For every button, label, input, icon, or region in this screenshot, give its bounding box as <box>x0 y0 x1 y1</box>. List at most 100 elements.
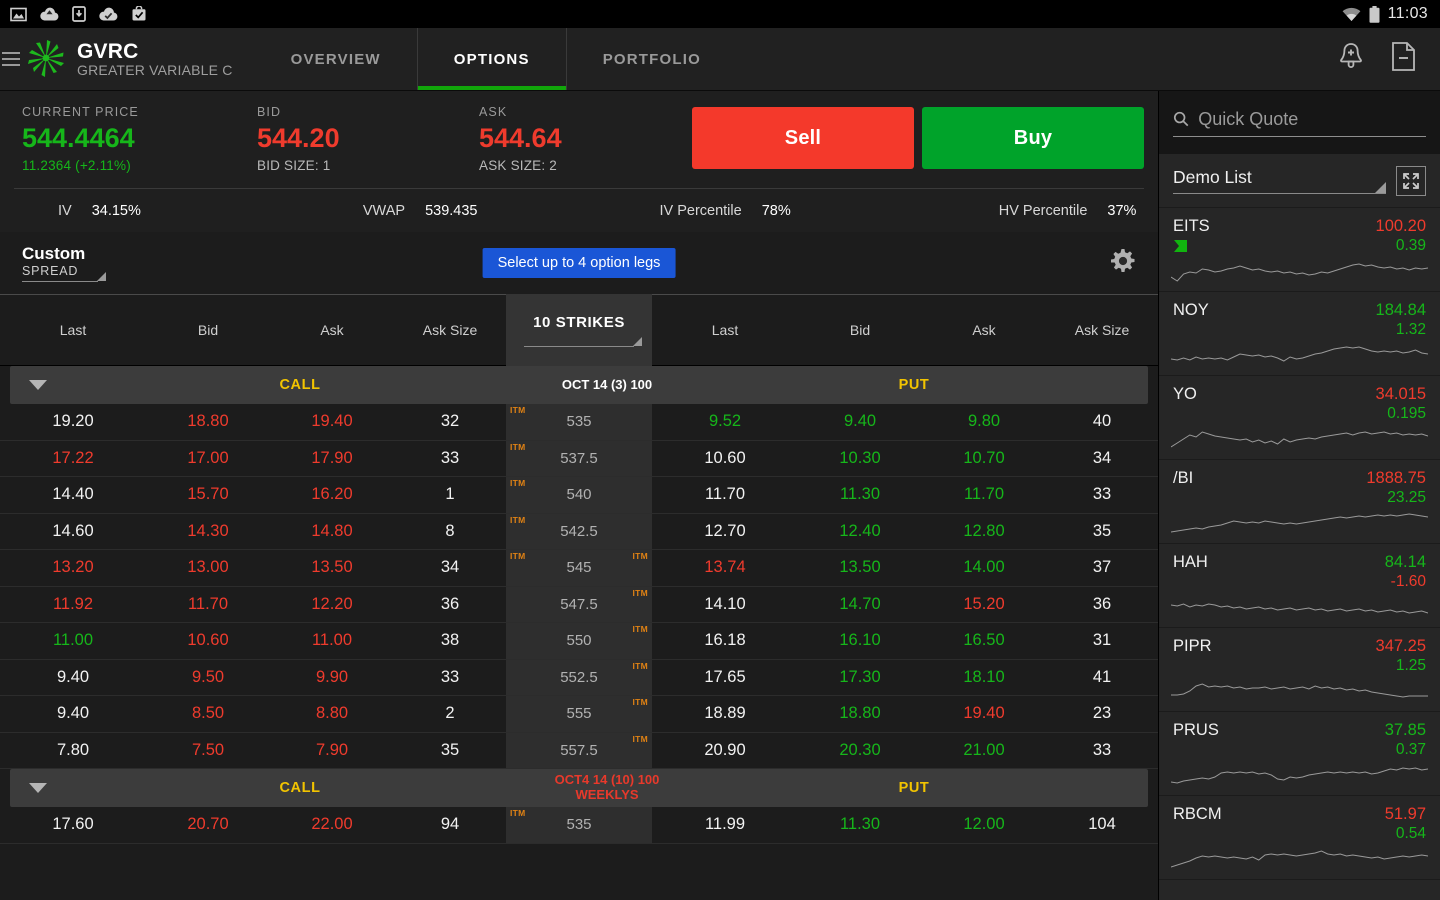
option-chain-row[interactable]: 17.2217.0017.9033ITM537.510.6010.3010.70… <box>0 441 1158 478</box>
buy-button[interactable]: Buy <box>922 107 1144 169</box>
select-option-legs-button[interactable]: Select up to 4 option legs <box>483 248 676 278</box>
expand-icon[interactable] <box>1396 166 1426 196</box>
put-ask-size[interactable]: 33 <box>1046 733 1158 769</box>
call-last[interactable]: 11.92 <box>0 587 146 623</box>
call-last[interactable]: 11.00 <box>0 623 146 659</box>
option-chain-row[interactable]: 11.9211.7012.2036ITM547.514.1014.7015.20… <box>0 587 1158 624</box>
call-bid[interactable]: 20.70 <box>146 807 270 843</box>
put-ask-size[interactable]: 104 <box>1046 807 1158 843</box>
put-ask[interactable]: 9.80 <box>922 404 1046 440</box>
call-ask-size[interactable]: 32 <box>394 404 506 440</box>
strike-cell[interactable]: ITM537.5 <box>506 441 652 477</box>
call-last[interactable]: 17.22 <box>0 441 146 477</box>
option-chain-row[interactable]: 9.408.508.802ITM55518.8918.8019.4023 <box>0 696 1158 733</box>
put-last[interactable]: 18.89 <box>652 696 798 732</box>
put-last[interactable]: 11.70 <box>652 477 798 513</box>
put-ask-size[interactable]: 37 <box>1046 550 1158 586</box>
call-ask[interactable]: 22.00 <box>270 807 394 843</box>
strike-cell[interactable]: ITM535 <box>506 404 652 440</box>
call-last[interactable]: 13.20 <box>0 550 146 586</box>
strike-cell[interactable]: ITM542.5 <box>506 514 652 550</box>
strike-cell[interactable]: ITM547.5 <box>506 587 652 623</box>
put-last[interactable]: 16.18 <box>652 623 798 659</box>
call-ask-size[interactable]: 2 <box>394 696 506 732</box>
call-last[interactable]: 7.80 <box>0 733 146 769</box>
put-ask[interactable]: 12.80 <box>922 514 1046 550</box>
tab-options[interactable]: OPTIONS <box>417 28 566 90</box>
put-bid[interactable]: 18.80 <box>798 696 922 732</box>
put-bid[interactable]: 14.70 <box>798 587 922 623</box>
put-bid[interactable]: 12.40 <box>798 514 922 550</box>
sell-button[interactable]: Sell <box>692 107 914 169</box>
call-last[interactable]: 9.40 <box>0 696 146 732</box>
call-bid[interactable]: 11.70 <box>146 587 270 623</box>
watchlist-item[interactable]: YO34.0150.195 <box>1159 376 1440 460</box>
watchlist-selector[interactable]: Demo List <box>1173 167 1386 194</box>
put-last[interactable]: 20.90 <box>652 733 798 769</box>
call-ask[interactable]: 17.90 <box>270 441 394 477</box>
strike-cell[interactable]: ITM535 <box>506 807 652 843</box>
watchlist-item[interactable]: PRUS37.850.37 <box>1159 712 1440 796</box>
put-last[interactable]: 11.99 <box>652 807 798 843</box>
put-ask[interactable]: 12.00 <box>922 807 1046 843</box>
strike-cell[interactable]: ITM552.5 <box>506 660 652 696</box>
put-ask-size[interactable]: 40 <box>1046 404 1158 440</box>
call-ask[interactable]: 7.90 <box>270 733 394 769</box>
brand-block[interactable]: GVRC GREATER VARIABLE C <box>22 28 233 90</box>
collapse-caret-icon[interactable] <box>10 783 66 793</box>
put-bid[interactable]: 9.40 <box>798 404 922 440</box>
put-ask-size[interactable]: 31 <box>1046 623 1158 659</box>
strike-cell[interactable]: ITM550 <box>506 623 652 659</box>
watchlist-item[interactable]: PIPR347.251.25 <box>1159 628 1440 712</box>
expiration-header[interactable]: CALLOCT 14 (3) 100PUT <box>10 366 1148 404</box>
option-chain-row[interactable]: 14.4015.7016.201ITM54011.7011.3011.7033 <box>0 477 1158 514</box>
call-ask-size[interactable]: 35 <box>394 733 506 769</box>
watchlist-item[interactable]: EITS100.200.39 <box>1159 208 1440 292</box>
add-alert-icon[interactable] <box>1337 41 1365 77</box>
option-chain-row[interactable]: 14.6014.3014.808ITM542.512.7012.4012.803… <box>0 514 1158 551</box>
call-bid[interactable]: 9.50 <box>146 660 270 696</box>
call-ask-size[interactable]: 8 <box>394 514 506 550</box>
search-input[interactable] <box>1198 109 1426 130</box>
watchlist-item[interactable]: /BI1888.7523.25 <box>1159 460 1440 544</box>
expiration-header[interactable]: CALLOCT4 14 (10) 100WEEKLYSPUT <box>10 769 1148 807</box>
watchlist-item[interactable]: HAH84.14-1.60 <box>1159 544 1440 628</box>
watchlist-item[interactable]: NOY184.841.32 <box>1159 292 1440 376</box>
call-last[interactable]: 14.40 <box>0 477 146 513</box>
put-ask-size[interactable]: 33 <box>1046 477 1158 513</box>
put-bid[interactable]: 13.50 <box>798 550 922 586</box>
call-ask-size[interactable]: 34 <box>394 550 506 586</box>
put-bid[interactable]: 10.30 <box>798 441 922 477</box>
put-ask[interactable]: 18.10 <box>922 660 1046 696</box>
tab-portfolio[interactable]: PORTFOLIO <box>566 28 737 90</box>
call-bid[interactable]: 17.00 <box>146 441 270 477</box>
put-ask[interactable]: 21.00 <box>922 733 1046 769</box>
put-bid[interactable]: 20.30 <box>798 733 922 769</box>
call-ask-size[interactable]: 38 <box>394 623 506 659</box>
strategy-selector[interactable]: Custom SPREAD <box>22 244 108 282</box>
put-last[interactable]: 14.10 <box>652 587 798 623</box>
strike-cell[interactable]: ITMITM545 <box>506 550 652 586</box>
call-last[interactable]: 19.20 <box>0 404 146 440</box>
call-bid[interactable]: 18.80 <box>146 404 270 440</box>
call-last[interactable]: 17.60 <box>0 807 146 843</box>
call-ask-size[interactable]: 94 <box>394 807 506 843</box>
put-last[interactable]: 17.65 <box>652 660 798 696</box>
collapse-caret-icon[interactable] <box>10 380 66 390</box>
call-ask-size[interactable]: 33 <box>394 660 506 696</box>
option-chain-row[interactable]: 7.807.507.9035ITM557.520.9020.3021.0033 <box>0 733 1158 770</box>
put-ask[interactable]: 15.20 <box>922 587 1046 623</box>
put-ask-size[interactable]: 41 <box>1046 660 1158 696</box>
put-bid[interactable]: 17.30 <box>798 660 922 696</box>
order-ticket-icon[interactable] <box>1391 41 1416 77</box>
call-last[interactable]: 14.60 <box>0 514 146 550</box>
put-ask-size[interactable]: 35 <box>1046 514 1158 550</box>
call-ask[interactable]: 16.20 <box>270 477 394 513</box>
option-chain-row[interactable]: 17.6020.7022.0094ITM53511.9911.3012.0010… <box>0 807 1158 844</box>
call-ask[interactable]: 9.90 <box>270 660 394 696</box>
call-ask[interactable]: 19.40 <box>270 404 394 440</box>
call-bid[interactable]: 10.60 <box>146 623 270 659</box>
put-ask[interactable]: 16.50 <box>922 623 1046 659</box>
call-ask[interactable]: 14.80 <box>270 514 394 550</box>
call-bid[interactable]: 8.50 <box>146 696 270 732</box>
